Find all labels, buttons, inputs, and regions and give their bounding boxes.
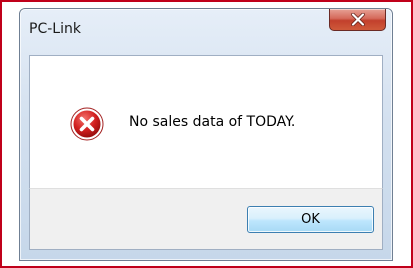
message-box-window: PC-Link No sales data of TODAY. OK — [19, 8, 393, 261]
close-button[interactable] — [329, 9, 386, 31]
close-x-icon — [351, 13, 365, 26]
ok-button[interactable]: OK — [247, 206, 374, 233]
dialog-content: No sales data of TODAY. — [29, 55, 383, 188]
dialog-button-bar: OK — [29, 188, 383, 250]
error-icon — [70, 107, 104, 141]
error-message: No sales data of TODAY. — [129, 114, 296, 130]
window-title: PC-Link — [29, 21, 81, 37]
